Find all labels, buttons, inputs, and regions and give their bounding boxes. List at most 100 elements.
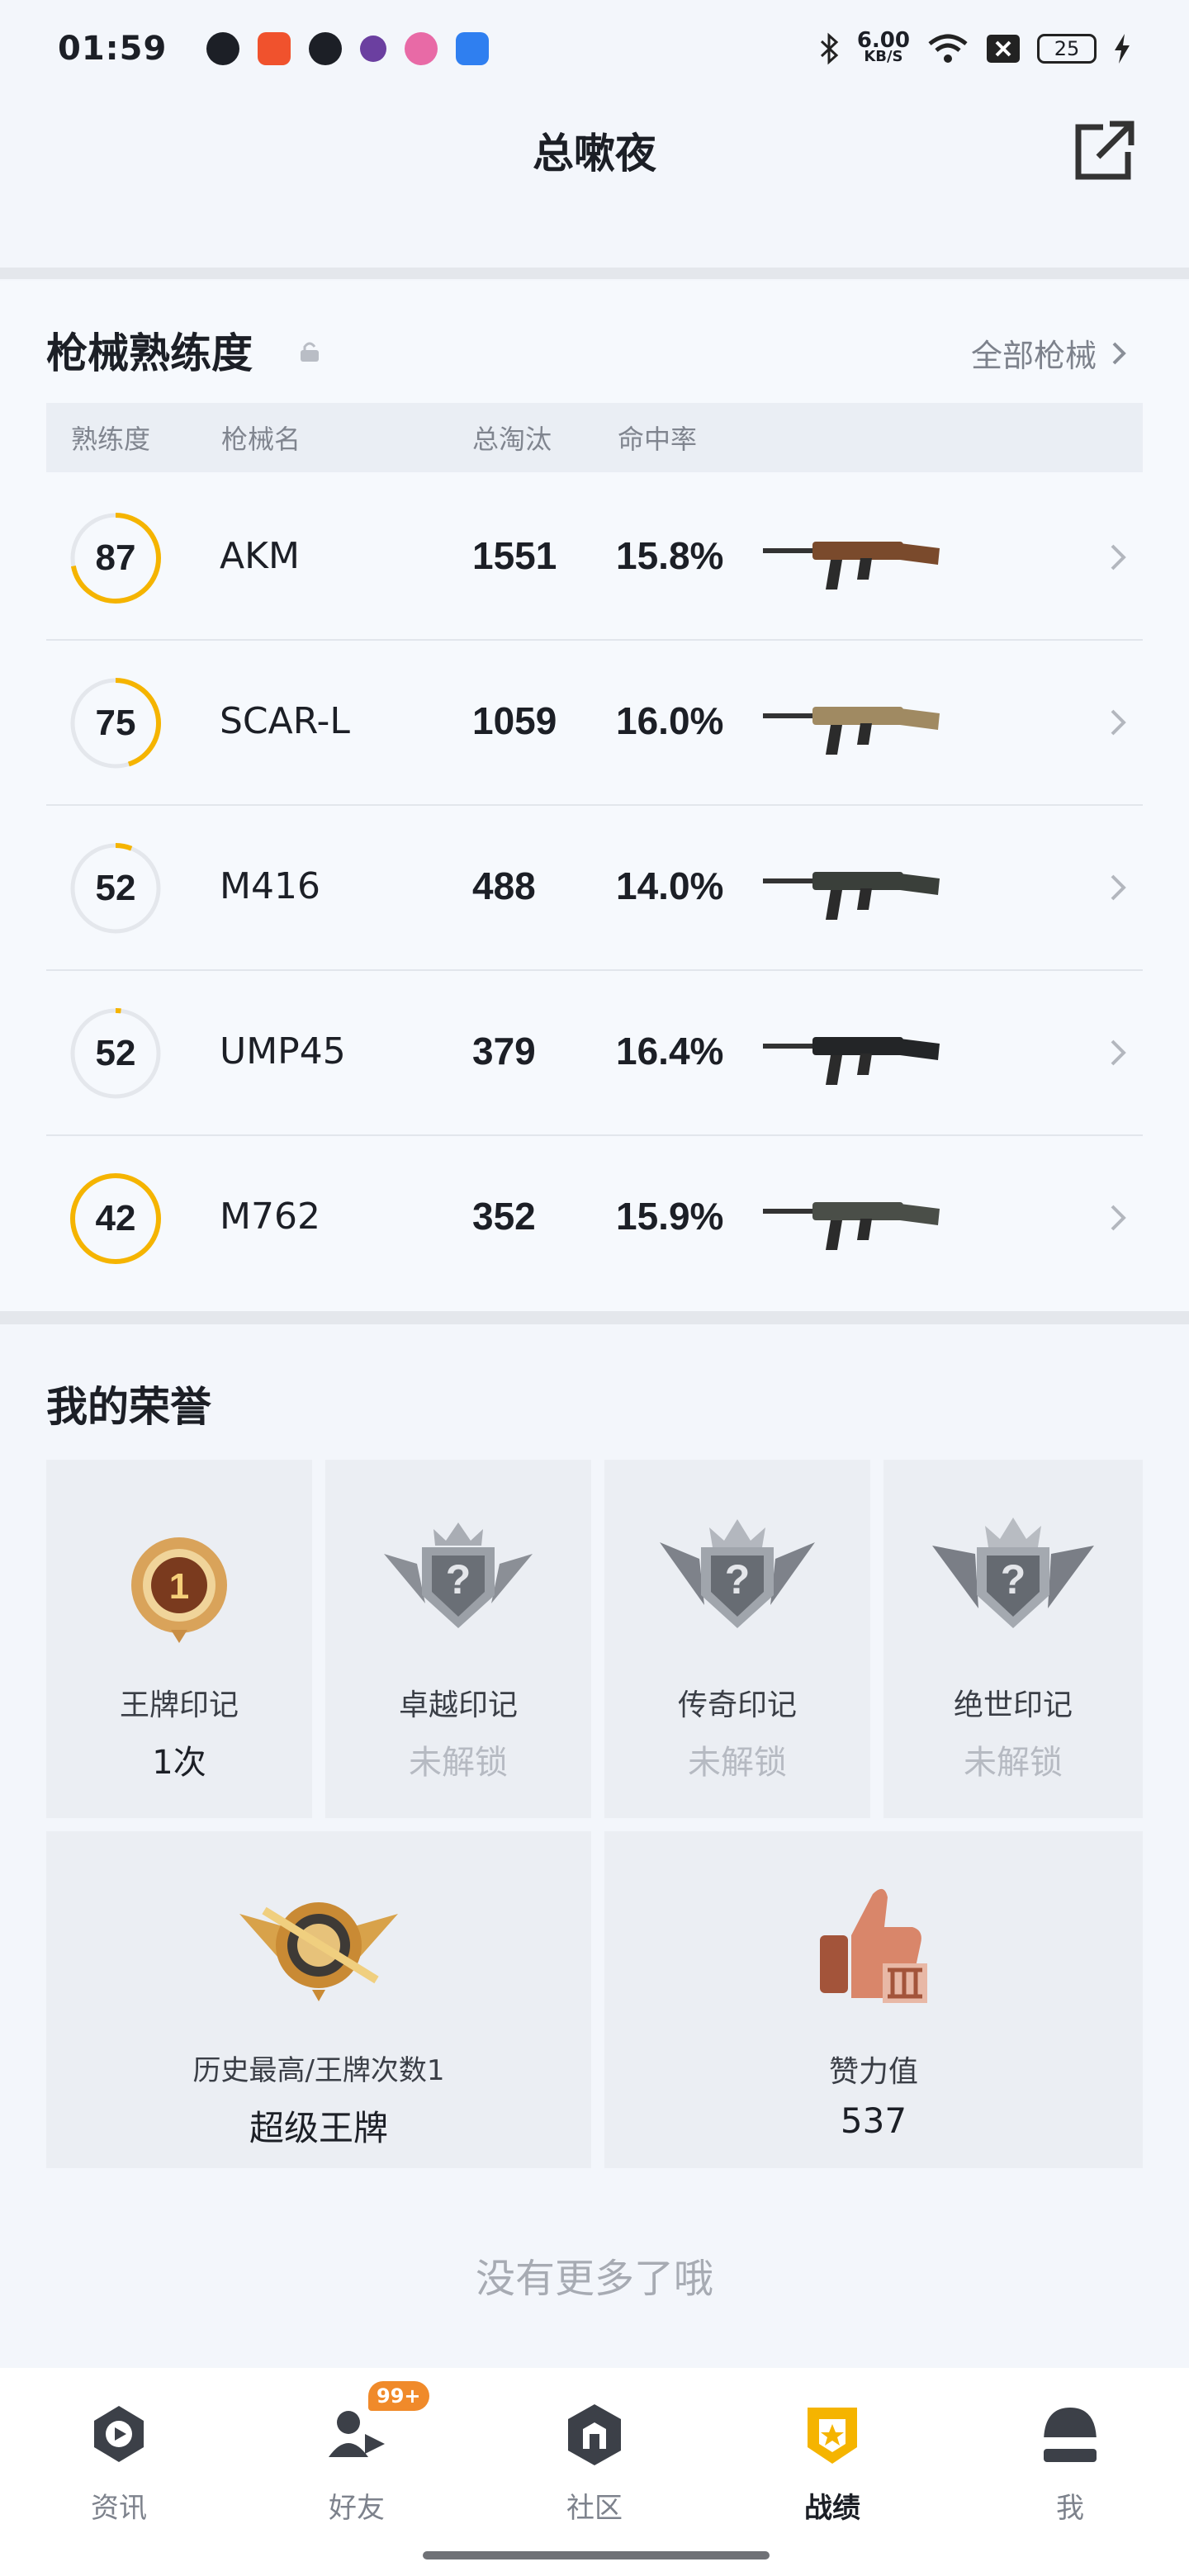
notification-badge: 99+ [368, 2381, 429, 2411]
weapon-image [763, 1202, 940, 1250]
highest-tier-label: 历史最高/王牌次数1 [192, 2054, 445, 2087]
weapon-name: M762 [220, 1196, 320, 1238]
network-speed: 6.00 KB/S [856, 28, 910, 65]
nav-item-news[interactable]: 资讯 [0, 2368, 238, 2576]
honors-title: 我的荣誉 [46, 1383, 211, 1431]
home-indicator[interactable] [423, 2551, 770, 2559]
column-total-kills: 总淘汰 [472, 424, 552, 455]
share-external-icon[interactable] [1070, 116, 1139, 185]
all-weapons-label: 全部枪械 [970, 338, 1097, 374]
column-weapon-name: 枪械名 [221, 424, 301, 455]
mastery-level: 52 [95, 868, 136, 908]
total-kills: 488 [472, 864, 536, 907]
badge-label: 王牌印记 [119, 1688, 239, 1722]
battery-indicator: 25 [1037, 34, 1097, 64]
total-kills: 1059 [472, 699, 557, 742]
weapon-name: UMP45 [220, 1030, 346, 1073]
likes-tile[interactable]: 赞力值 537 [604, 1831, 1143, 2168]
section-divider [0, 268, 1189, 279]
nav-label: 战绩 [804, 2492, 860, 2525]
weapon-row[interactable]: 52 M416 488 14.0% [46, 806, 1143, 971]
helmet-icon [1044, 2408, 1097, 2462]
weapon-image [763, 707, 940, 755]
wifi-icon [928, 34, 968, 63]
column-mastery: 熟练度 [71, 424, 151, 455]
badge-tile-legend[interactable]: ? 传奇印记 未解锁 [604, 1460, 870, 1818]
ace-medal-icon: 1 [131, 1537, 227, 1643]
accuracy: 16.4% [616, 1030, 724, 1073]
weapon-name: SCAR-L [220, 700, 350, 742]
flower-icon [405, 32, 438, 65]
speed-unit: KB/S [864, 48, 903, 65]
friends-icon [329, 2411, 385, 2457]
mastery-level: 42 [95, 1198, 136, 1238]
nav-label: 我 [1056, 2492, 1084, 2525]
charging-icon [1115, 34, 1130, 64]
total-kills: 352 [472, 1195, 536, 1238]
highest-tier-value: 超级王牌 [249, 2108, 388, 2148]
community-icon [568, 2404, 621, 2465]
ace-tier-emblem-icon [239, 1902, 398, 2001]
honors-section: 我的荣誉 1 王牌印记 1次 ? 卓越印记 未解锁 ? 传奇印记 未解锁 ? 绝… [0, 1324, 1189, 2348]
speed-value: 6.00 [856, 28, 910, 53]
lock-icon [301, 342, 319, 362]
svg-text:1: 1 [169, 1566, 189, 1607]
nav-item-friends[interactable]: 99+ 好友 [238, 2368, 476, 2576]
end-of-list-text: 没有更多了哦 [475, 2256, 713, 2302]
nav-item-stats[interactable]: 战绩 [713, 2368, 951, 2576]
status-app-icons [206, 32, 490, 65]
mastery-level: 87 [95, 537, 136, 578]
svg-text:?: ? [446, 1556, 471, 1603]
nav-item-me[interactable]: 我 [951, 2368, 1189, 2576]
weapon-image [763, 1037, 940, 1085]
badge-label: 绝世印记 [953, 1688, 1073, 1722]
weapon-row[interactable]: 87 AKM 1551 15.8% [46, 476, 1143, 641]
chevron-right-icon [1111, 1205, 1126, 1231]
app-icon [360, 36, 387, 62]
badge-value: 未解锁 [688, 1744, 787, 1782]
weapon-row[interactable]: 42 M762 352 15.9% [46, 1136, 1143, 1301]
likes-value: 537 [840, 2100, 907, 2141]
thumbs-up-icon [820, 1888, 927, 2003]
nav-label: 好友 [329, 2492, 385, 2525]
weapon-mastery-section: 枪械熟练度 全部枪械 熟练度 枪械名 总淘汰 命中率 87 AKM 1551 15.8… [0, 281, 1189, 1311]
all-weapons-link[interactable]: 全部枪械 [971, 330, 1126, 376]
locked-badge-icon: ? [932, 1518, 1094, 1628]
weapon-name: M416 [220, 865, 320, 907]
video-icon [258, 32, 291, 65]
column-accuracy: 命中率 [618, 424, 698, 455]
chevron-right-icon [1111, 874, 1126, 901]
total-kills: 1551 [472, 534, 557, 577]
badge-tile-ace[interactable]: 1 王牌印记 1次 [46, 1460, 312, 1818]
weapon-image [763, 542, 940, 590]
likes-label: 赞力值 [828, 2055, 918, 2089]
page-header: 总嗽夜 [0, 97, 1189, 205]
locked-badge-icon: ? [384, 1522, 533, 1628]
accuracy: 14.0% [616, 864, 724, 907]
weapon-row[interactable]: 75 SCAR-L 1059 16.0% [46, 641, 1143, 806]
accuracy: 16.0% [616, 699, 724, 742]
status-bar: 01:59 6.00 KB/S 25 [0, 0, 1189, 97]
bluetooth-icon [820, 32, 839, 65]
chevron-right-icon [1111, 544, 1126, 571]
nav-label: 社区 [566, 2492, 623, 2525]
no-sim-icon [987, 35, 1020, 63]
status-time: 01:59 [58, 30, 168, 68]
highest-tier-tile[interactable]: 历史最高/王牌次数1 超级王牌 [46, 1831, 591, 2168]
badge-value: 未解锁 [409, 1744, 508, 1782]
chevron-right-icon [1111, 709, 1126, 736]
nav-item-community[interactable]: 社区 [476, 2368, 713, 2576]
mastery-level: 75 [95, 703, 136, 743]
weapon-table-header: 熟练度 枪械名 总淘汰 命中率 [46, 403, 1143, 472]
weapon-name: AKM [220, 535, 300, 577]
badge-tile-peerless[interactable]: ? 绝世印记 未解锁 [883, 1460, 1143, 1818]
badge-tile-excellence[interactable]: ? 卓越印记 未解锁 [325, 1460, 591, 1818]
section-divider [0, 1311, 1189, 1324]
badge-label: 卓越印记 [398, 1688, 518, 1722]
chevron-right-icon [1111, 1039, 1126, 1066]
chevron-right-icon [1112, 342, 1126, 364]
weapon-row[interactable]: 52 UMP45 379 16.4% [46, 971, 1143, 1136]
stats-shield-icon [808, 2408, 857, 2464]
badge-label: 传奇印记 [677, 1688, 797, 1722]
badge-value: 未解锁 [964, 1744, 1063, 1782]
